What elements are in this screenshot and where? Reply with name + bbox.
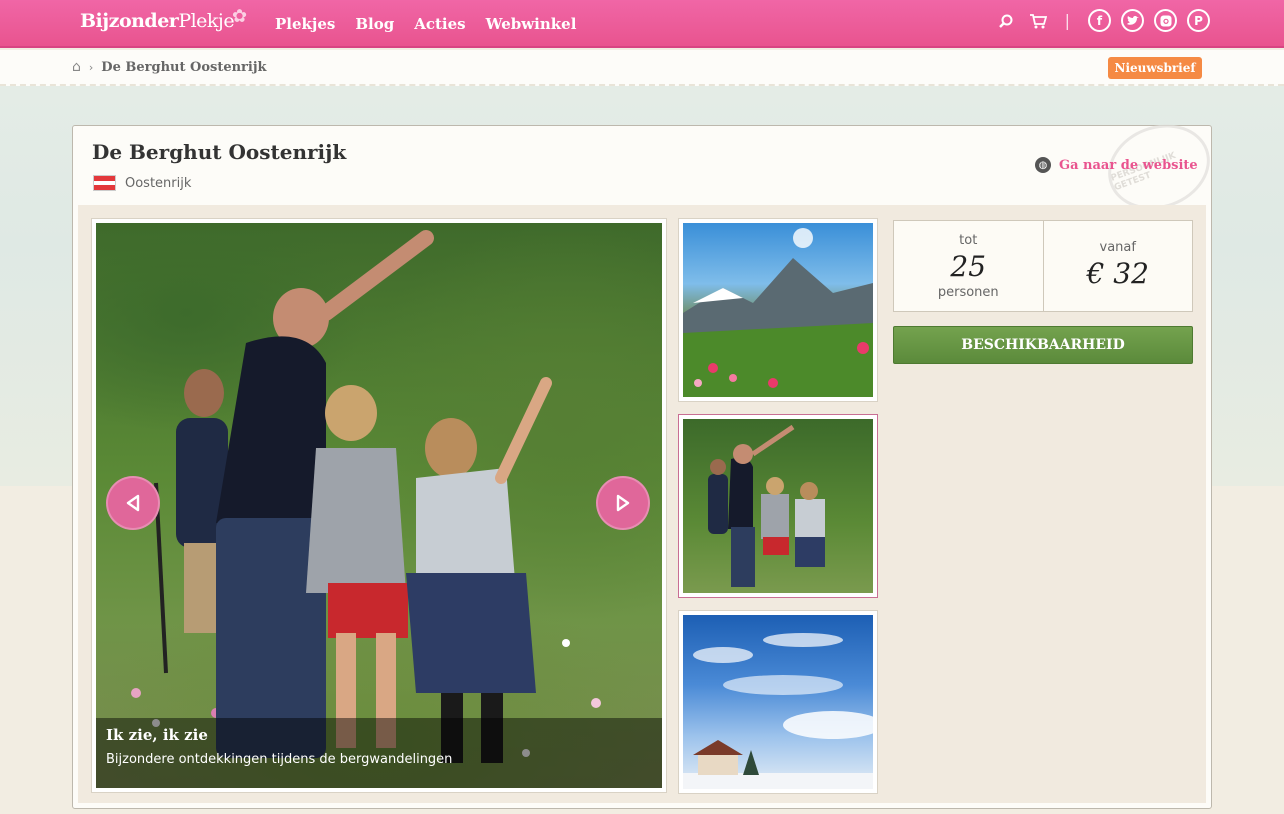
caption-subtitle: Bijzondere ontdekkingen tijdens de bergw…: [106, 752, 453, 767]
thumbnail-winter-sky[interactable]: [678, 610, 878, 794]
family-hike-illustration: [708, 424, 825, 587]
mountain-photo: [683, 223, 873, 397]
winter-sky-photo: [683, 615, 873, 789]
top-icons: | f P: [995, 9, 1210, 32]
nav-item-acties[interactable]: Acties: [414, 15, 465, 33]
mountain-illustration: [683, 228, 873, 397]
gallery-panel: Ik zie, ik zie Bijzondere ontdekkingen t…: [78, 205, 1206, 803]
cart-icon[interactable]: [1027, 10, 1049, 32]
capacity-unit: personen: [937, 284, 999, 300]
main-photo: Ik zie, ik zie Bijzondere ontdekkingen t…: [96, 223, 662, 788]
listing-facts: tot 25 personen vanaf € 32: [893, 220, 1193, 312]
logo-text-bold: Bijzonder: [80, 10, 179, 32]
availability-button[interactable]: BESCHIKBAARHEID: [893, 326, 1193, 364]
austria-flag-icon: [93, 175, 116, 191]
logo-flower-icon: ✿: [232, 6, 248, 27]
thumbnail-mountain-summer[interactable]: [678, 218, 878, 402]
country-row: Oostenrijk: [93, 175, 191, 191]
pinterest-icon[interactable]: P: [1187, 9, 1210, 32]
caption-title: Ik zie, ik zie: [106, 726, 208, 744]
arrow-left-icon: [126, 494, 140, 512]
capacity-box: tot 25 personen: [894, 221, 1043, 311]
chevron-right-icon: ›: [88, 60, 94, 74]
newsletter-button[interactable]: Nieuwsbrief: [1108, 57, 1202, 79]
main-photo-slider[interactable]: Ik zie, ik zie Bijzondere ontdekkingen t…: [91, 218, 667, 793]
nav-item-blog[interactable]: Blog: [355, 15, 394, 33]
photo-caption: Ik zie, ik zie Bijzondere ontdekkingen t…: [96, 718, 662, 788]
nav-item-webwinkel[interactable]: Webwinkel: [486, 15, 577, 33]
price-value: € 32: [1086, 257, 1149, 290]
site-logo[interactable]: BijzonderPlekje: [80, 10, 235, 32]
capacity-prefix: tot: [959, 232, 978, 248]
logo-text-light: Plekje: [178, 10, 235, 32]
arrow-right-icon: [616, 494, 630, 512]
next-slide-button[interactable]: [596, 476, 650, 530]
hiking-family-illustration: [131, 230, 601, 763]
breadcrumb-current: De Berghut Oostenrijk: [101, 59, 267, 75]
facebook-icon[interactable]: f: [1088, 9, 1111, 32]
winter-illustration: [683, 633, 873, 789]
icon-separator: |: [1064, 11, 1070, 30]
nav-item-plekjes[interactable]: Plekjes: [275, 15, 335, 33]
breadcrumb: ⌂ › De Berghut Oostenrijk: [72, 59, 267, 75]
search-icon[interactable]: [995, 10, 1017, 32]
price-box: vanaf € 32: [1042, 221, 1193, 311]
price-prefix: vanaf: [1099, 240, 1136, 255]
family-hike-photo: [683, 419, 873, 593]
page-title: De Berghut Oostenrijk: [92, 140, 347, 164]
website-link-row[interactable]: ◍ Ga naar de website: [1035, 157, 1198, 173]
website-link[interactable]: Ga naar de website: [1059, 158, 1198, 173]
thumbnail-family-hike[interactable]: [678, 414, 878, 598]
listing-card: De Berghut Oostenrijk Oostenrijk PERSOON…: [72, 110, 1222, 809]
breadcrumb-bar: ⌂ › De Berghut Oostenrijk Nieuwsbrief: [0, 50, 1284, 86]
home-icon[interactable]: ⌂: [72, 59, 81, 75]
capacity-value: 25: [950, 249, 987, 283]
main-nav: Plekjes Blog Acties Webwinkel: [275, 15, 576, 33]
twitter-icon[interactable]: [1121, 9, 1144, 32]
instagram-icon[interactable]: [1154, 9, 1177, 32]
country-label: Oostenrijk: [125, 175, 192, 191]
globe-icon: ◍: [1035, 157, 1051, 173]
previous-slide-button[interactable]: [106, 476, 160, 530]
top-navigation-bar: BijzonderPlekje ✿ Plekjes Blog Acties We…: [0, 0, 1284, 48]
